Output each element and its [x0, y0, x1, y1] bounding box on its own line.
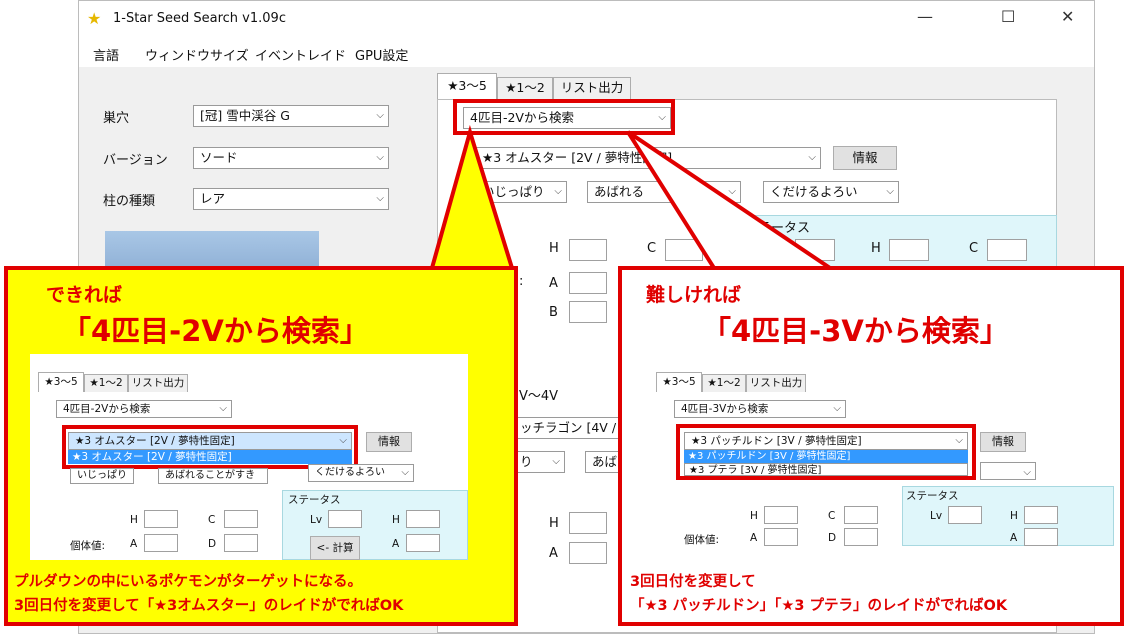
inset-letter-h: H: [750, 510, 758, 522]
left-callout-pointer: [429, 124, 515, 270]
inset-iv-h: [144, 510, 178, 528]
inset-stat-h: [1024, 506, 1058, 524]
chevron-down-icon: ⌵: [219, 403, 227, 414]
inset-stat-a: [406, 534, 440, 552]
inset-iv-a: [764, 528, 798, 546]
inset-letter-h: H: [130, 514, 138, 526]
inset-letter-d: D: [828, 532, 837, 544]
inset-stat-h: [406, 510, 440, 528]
inset-letter-a: A: [130, 538, 138, 550]
inset-dropdown-highlight: [676, 424, 976, 480]
inset-info-button: 情報: [980, 432, 1026, 452]
inset-search-mode: 4匹目-2Vから検索 ⌵: [56, 400, 232, 418]
inset-letter-h2: H: [1010, 510, 1018, 522]
inset-lv: [328, 510, 362, 528]
inset-tab-star3-5: ★3～5: [656, 372, 702, 392]
inset-iv-c: [224, 510, 258, 528]
right-callout-note2: 「★3 パッチルドン」「★3 プテラ」のレイドがでればOK: [630, 598, 1008, 614]
left-callout: できれば 「4匹目-2Vから検索」 ★3～5 ★1～2 リスト出力 4匹目-2V…: [4, 266, 518, 626]
inset-letter-c: C: [828, 510, 836, 522]
inset-status-title: ステータス: [288, 494, 341, 506]
inset-nature2: ⌵: [980, 462, 1036, 480]
inset-iv-label: 個体値:: [684, 534, 720, 546]
inset-iv-d: [224, 534, 258, 552]
left-callout-note1: プルダウンの中にいるポケモンがターゲットになる。: [14, 574, 362, 590]
chevron-down-icon: ⌵: [1023, 467, 1031, 478]
inset-tab-star1-2: ★1～2: [702, 374, 746, 392]
left-callout-line1: できれば: [46, 284, 123, 306]
inset-tab-star1-2: ★1～2: [84, 374, 128, 392]
inset-tab-list: リスト出力: [128, 374, 188, 392]
inset-iv-c: [844, 506, 878, 524]
inset-letter-h2: H: [392, 514, 400, 526]
inset-dropdown-highlight: [62, 425, 358, 469]
right-callout-pointer: [626, 130, 837, 270]
inset-iv-label: 個体値:: [70, 540, 106, 552]
right-callout: 難しければ 「4匹目-3Vから検索」 ★3～5 ★1～2 リスト出力 4匹目-3…: [618, 266, 1124, 626]
inset-calc-button: <- 計算: [310, 536, 360, 560]
inset-letter-lv: Lv: [310, 514, 323, 526]
right-callout-heading: 「4匹目-3Vから検索」: [702, 314, 1009, 348]
inset-letter-a: A: [750, 532, 758, 544]
inset-nature: いじっぱり: [70, 468, 134, 484]
right-inset-screenshot: ★3～5 ★1～2 リスト出力 4匹目-3Vから検索 ⌵ ★3 パッチルドン [3…: [644, 360, 1114, 546]
right-callout-line1: 難しければ: [646, 284, 742, 306]
left-callout-heading: 「4匹目-2Vから検索」: [62, 314, 369, 348]
inset-tab-star3-5: ★3～5: [38, 372, 84, 392]
chevron-down-icon: ⌵: [833, 403, 841, 414]
inset-iv-h: [764, 506, 798, 524]
inset-letter-lv: Lv: [930, 510, 943, 522]
inset-search-mode: 4匹目-3Vから検索 ⌵: [674, 400, 846, 418]
inset-tab-list: リスト出力: [746, 374, 806, 392]
left-callout-note2: 3回日付を変更して「★3オムスター」のレイドがでればOK: [14, 598, 404, 614]
inset-iv-a: [144, 534, 178, 552]
inset-iv-d: [844, 528, 878, 546]
inset-letter-d: D: [208, 538, 217, 550]
inset-status-title: ステータス: [906, 490, 959, 502]
inset-stat-a: [1024, 528, 1058, 546]
chevron-down-icon: ⌵: [401, 467, 409, 478]
inset-info-button: 情報: [366, 432, 412, 452]
inset-nature2: くだけるよろい ⌵: [308, 464, 414, 482]
inset-lv: [948, 506, 982, 524]
right-callout-note1: 3回日付を変更して: [630, 574, 756, 590]
inset-letter-c: C: [208, 514, 216, 526]
inset-letter-a2: A: [1010, 532, 1018, 544]
inset-letter-a2: A: [392, 538, 400, 550]
left-inset-screenshot: ★3～5 ★1～2 リスト出力 4匹目-2Vから検索 ⌵ ★3 オムスター [2V…: [30, 354, 468, 560]
inset-characteristic: あばれることがすき: [158, 468, 268, 484]
